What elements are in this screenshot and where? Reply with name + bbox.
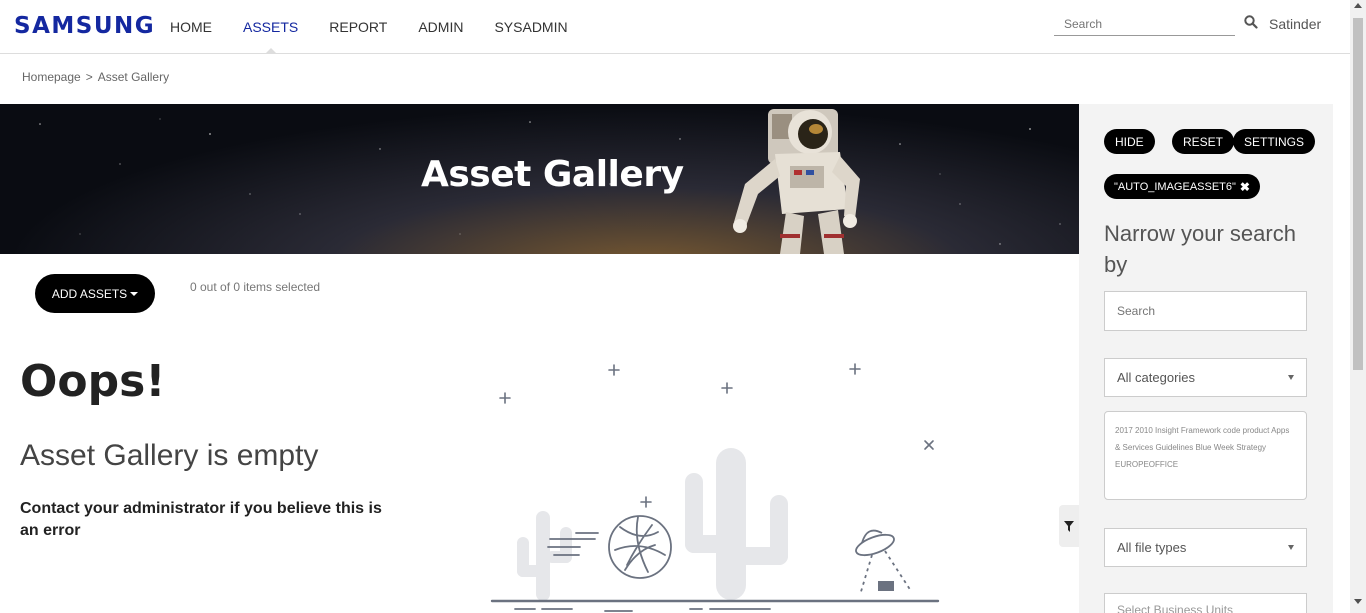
remove-filter-icon[interactable]: ✖ <box>1240 180 1250 194</box>
scroll-down-arrow-icon[interactable] <box>1350 599 1366 609</box>
active-filter-label: "AUTO_IMAGEASSET6" <box>1114 180 1236 193</box>
narrow-search-title: Narrow your search by <box>1104 221 1296 277</box>
filter-panel-toggle[interactable] <box>1059 505 1079 547</box>
scrollbar-thumb[interactable] <box>1353 18 1363 370</box>
business-units-select[interactable]: Select Business Units <box>1104 593 1307 613</box>
tag-cloud[interactable]: 2017 2010 Insight Framework code product… <box>1104 411 1307 500</box>
caret-down-icon <box>130 292 139 297</box>
dropdown-arrow-icon <box>1288 375 1294 380</box>
selection-status: 0 out of 0 items selected <box>190 280 321 294</box>
hide-button[interactable]: HIDE <box>1104 129 1155 154</box>
breadcrumb: Homepage > Asset Gallery <box>22 70 169 84</box>
page-scrollbar[interactable] <box>1350 0 1366 613</box>
breadcrumb-homepage[interactable]: Homepage <box>22 70 81 84</box>
astronaut-image <box>733 109 860 254</box>
user-name[interactable]: Satinder <box>1269 16 1321 32</box>
dropdown-arrow-icon <box>1288 545 1294 550</box>
nav-report[interactable]: REPORT <box>329 19 387 35</box>
nav-admin[interactable]: ADMIN <box>418 19 463 35</box>
scroll-up-arrow-icon[interactable] <box>1350 2 1366 12</box>
filter-sidebar: HIDE RESET SETTINGS "AUTO_IMAGEASSET6" ✖… <box>1079 104 1333 613</box>
search-icon[interactable] <box>1244 15 1258 29</box>
settings-button[interactable]: SETTINGS <box>1233 129 1316 154</box>
categories-select[interactable]: All categories <box>1104 358 1307 397</box>
empty-title: Asset Gallery is empty <box>20 439 319 472</box>
empty-heading: Oops! <box>20 356 166 407</box>
empty-message: Contact your administrator if you believ… <box>20 500 382 539</box>
top-header: SAMSUNG HOME ASSETS REPORT ADMIN SYSADMI… <box>0 0 1350 54</box>
desert-illustration <box>490 363 940 612</box>
filter-icon <box>1064 520 1074 532</box>
categories-select-value: All categories <box>1117 370 1196 385</box>
header-search-input[interactable] <box>1054 12 1235 36</box>
samsung-logo[interactable]: SAMSUNG <box>14 13 155 39</box>
file-types-select[interactable]: All file types <box>1104 528 1307 567</box>
add-assets-button[interactable]: ADD ASSETS <box>35 274 155 313</box>
reset-button[interactable]: RESET <box>1172 129 1235 154</box>
main-nav: HOME ASSETS REPORT ADMIN SYSADMIN <box>170 19 599 54</box>
active-filter-tag: "AUTO_IMAGEASSET6" ✖ <box>1104 174 1260 199</box>
breadcrumb-separator: > <box>85 70 93 84</box>
file-types-select-value: All file types <box>1117 540 1187 555</box>
nav-sysadmin[interactable]: SYSADMIN <box>494 19 567 35</box>
nav-assets[interactable]: ASSETS <box>243 19 298 54</box>
nav-home[interactable]: HOME <box>170 19 212 35</box>
hero-banner: Asset Gallery <box>0 104 1079 254</box>
breadcrumb-current: Asset Gallery <box>97 70 170 84</box>
banner-title: Asset Gallery <box>421 154 684 195</box>
add-assets-label: ADD ASSETS <box>51 286 128 301</box>
business-units-select-value: Select Business Units <box>1117 603 1234 613</box>
sidebar-search-input[interactable] <box>1104 291 1307 331</box>
